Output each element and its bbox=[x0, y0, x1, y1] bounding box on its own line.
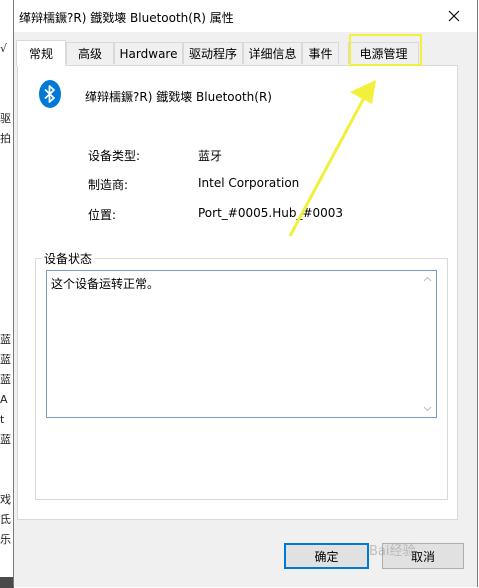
ok-button[interactable]: 确定 bbox=[284, 543, 369, 569]
bluetooth-icon bbox=[39, 80, 61, 108]
tab-general[interactable]: 常规 bbox=[16, 40, 66, 66]
close-icon bbox=[448, 10, 460, 22]
background-text: 蓝 bbox=[0, 334, 11, 346]
background-text: A bbox=[0, 394, 8, 406]
background-text: 蓝 bbox=[0, 354, 11, 366]
background-text: t bbox=[0, 414, 5, 426]
scroll-down-icon[interactable] bbox=[423, 404, 432, 413]
device-status-legend: 设备状态 bbox=[42, 250, 95, 267]
background-text: 乐 bbox=[0, 534, 11, 546]
device-status-group: 设备状态 这个设备运转正常。 bbox=[35, 250, 448, 500]
highlight-annotation bbox=[349, 34, 422, 66]
properties-dialog: 缂辩檽鐝?R) 鐡戣壊 Bluetooth(R) 属性 常规 高级 Hardwa… bbox=[13, 0, 478, 587]
watermark: Bai经验 bbox=[369, 544, 416, 559]
close-button[interactable] bbox=[431, 0, 477, 32]
scroll-up-icon[interactable] bbox=[423, 275, 432, 284]
background-text: 拍 bbox=[0, 133, 11, 145]
device-status-textbox[interactable]: 这个设备运转正常。 bbox=[46, 270, 437, 418]
background-text: 蓝 bbox=[0, 434, 11, 446]
background-window: √ 驱 拍 蓝 蓝 蓝 A t 蓝 戏 氐 乐 bbox=[0, 0, 14, 588]
tab-details[interactable]: 详细信息 bbox=[243, 42, 302, 64]
background-text: 驱 bbox=[0, 113, 11, 125]
tab-advanced[interactable]: 高级 bbox=[66, 42, 114, 64]
location-value: Port_#0005.Hub_#0003 bbox=[198, 206, 344, 220]
background-text: 氐 bbox=[0, 514, 11, 526]
window-title: 缂辩檽鐝?R) 鐡戣壊 Bluetooth(R) 属性 bbox=[19, 11, 234, 25]
background-text: √ bbox=[0, 43, 8, 55]
status-scrollbar[interactable] bbox=[419, 271, 436, 417]
tab-driver[interactable]: 驱动程序 bbox=[183, 42, 243, 64]
title-bar[interactable]: 缂辩檽鐝?R) 鐡戣壊 Bluetooth(R) 属性 bbox=[14, 0, 477, 32]
tab-hardware[interactable]: Hardware bbox=[114, 42, 183, 64]
taskbar-edge bbox=[0, 577, 14, 588]
background-text: 蓝 bbox=[0, 374, 11, 386]
background-text: 戏 bbox=[0, 494, 11, 506]
device-name: 缂辩檽鐝?R) 鐡戣壊 Bluetooth(R) bbox=[85, 90, 272, 104]
device-type-label: 设备类型: bbox=[88, 149, 141, 163]
manufacturer-label: 制造商: bbox=[88, 178, 129, 192]
device-type-value: 蓝牙 bbox=[198, 149, 223, 163]
tab-events[interactable]: 事件 bbox=[302, 42, 339, 64]
tab-panel-general: 缂辩檽鐝?R) 鐡戣壊 Bluetooth(R) 设备类型: 蓝牙 制造商: I… bbox=[17, 65, 458, 520]
location-label: 位置: bbox=[88, 208, 117, 222]
device-status-text: 这个设备运转正常。 bbox=[51, 277, 160, 291]
manufacturer-value: Intel Corporation bbox=[198, 176, 300, 190]
